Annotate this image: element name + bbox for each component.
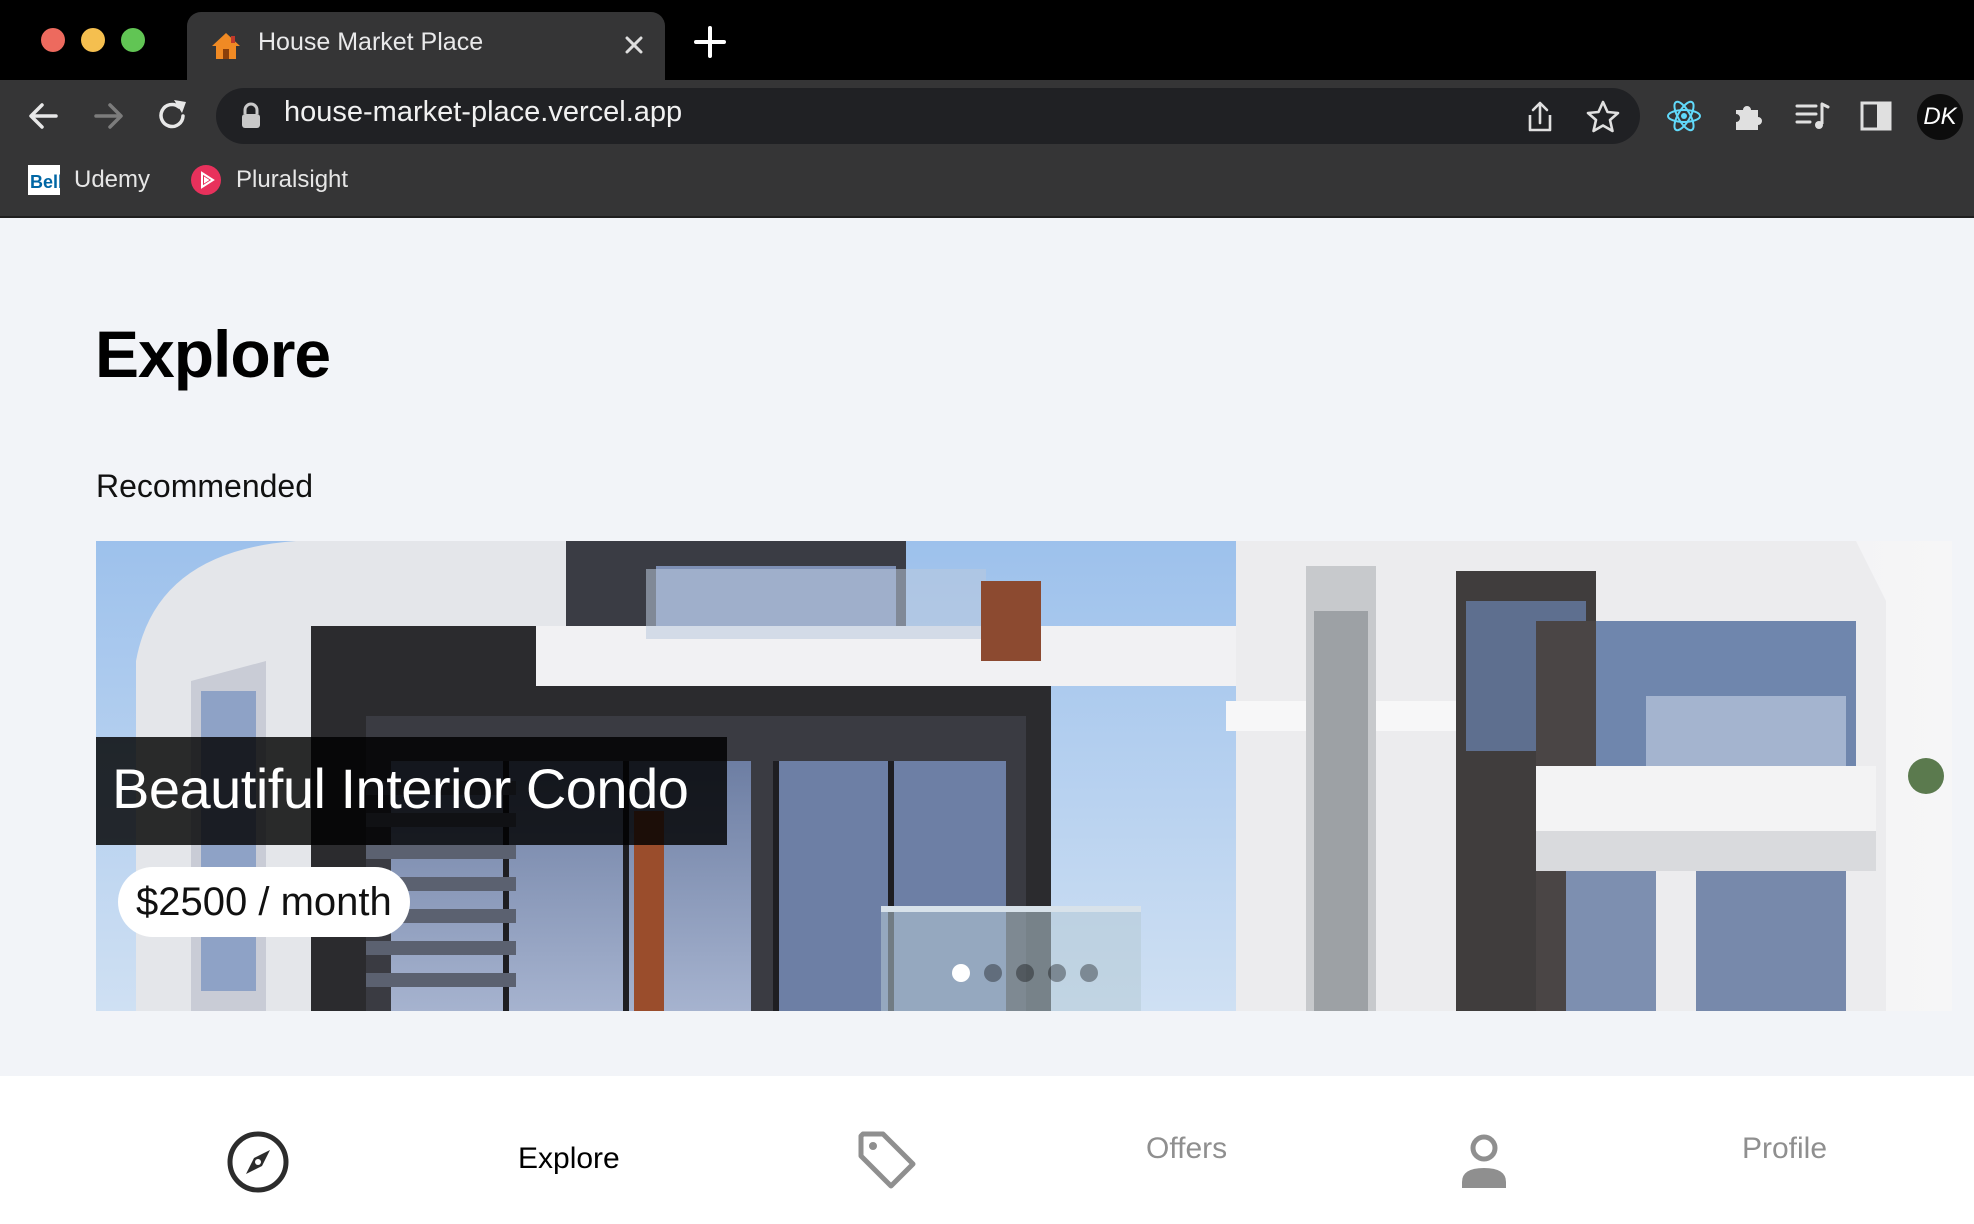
section-heading: Recommended xyxy=(96,468,313,504)
star-icon[interactable] xyxy=(1583,97,1623,137)
side-panel-icon[interactable] xyxy=(1856,96,1896,136)
svg-text:Bell: Bell xyxy=(30,172,60,192)
close-window-button[interactable] xyxy=(41,28,65,52)
nav-label-explore[interactable]: Explore xyxy=(518,1142,620,1176)
slider-dot[interactable] xyxy=(1080,964,1098,982)
forward-arrow-icon[interactable] xyxy=(86,94,130,138)
slider-dot[interactable] xyxy=(1048,964,1066,982)
profile-initials: DK xyxy=(1923,103,1957,130)
back-arrow-icon[interactable] xyxy=(22,94,66,138)
slider-dot[interactable] xyxy=(952,964,970,982)
close-icon xyxy=(625,36,643,54)
plus-icon xyxy=(694,26,726,58)
nav-label-offers[interactable]: Offers xyxy=(1146,1132,1227,1166)
slider-dot[interactable] xyxy=(1016,964,1034,982)
reload-icon[interactable] xyxy=(150,94,194,138)
close-tab-button[interactable] xyxy=(620,30,648,60)
share-icon[interactable] xyxy=(1520,97,1560,137)
bookmark-label: Pluralsight xyxy=(236,166,349,193)
pluralsight-icon xyxy=(191,165,221,195)
person-icon[interactable] xyxy=(1452,1130,1516,1194)
extensions-icon[interactable] xyxy=(1728,96,1768,136)
listing-price-badge: $2500 / month xyxy=(118,867,410,937)
bookmark-pluralsight[interactable]: Pluralsight xyxy=(190,160,348,200)
url-text[interactable]: house-market-place.vercel.app xyxy=(284,96,682,129)
tab-title: House Market Place xyxy=(258,28,484,56)
profile-avatar-button[interactable]: DK xyxy=(1917,94,1963,140)
listing-price: $2500 / month xyxy=(136,879,392,924)
compass-icon[interactable] xyxy=(226,1130,290,1194)
react-devtools-icon[interactable] xyxy=(1664,96,1704,136)
reading-list-icon[interactable] xyxy=(1792,96,1832,136)
minimize-window-button[interactable] xyxy=(81,28,105,52)
nav-label-profile[interactable]: Profile xyxy=(1742,1132,1827,1166)
bookmark-udemy[interactable]: Bell Udemy xyxy=(28,160,150,200)
tag-icon[interactable] xyxy=(855,1128,919,1192)
maximize-window-button[interactable] xyxy=(121,28,145,52)
page-title: Explore xyxy=(95,317,331,391)
new-tab-button[interactable] xyxy=(692,22,728,62)
lock-icon[interactable] xyxy=(240,102,262,130)
listing-title[interactable]: Beautiful Interior Condo xyxy=(112,756,689,821)
slider-pagination xyxy=(952,964,1098,982)
bookmark-label: Udemy xyxy=(74,166,151,193)
slider-dot[interactable] xyxy=(984,964,1002,982)
house-icon xyxy=(212,33,240,59)
bottom-navbar xyxy=(0,1076,1974,1224)
bell-logo-icon: Bell xyxy=(28,165,60,195)
